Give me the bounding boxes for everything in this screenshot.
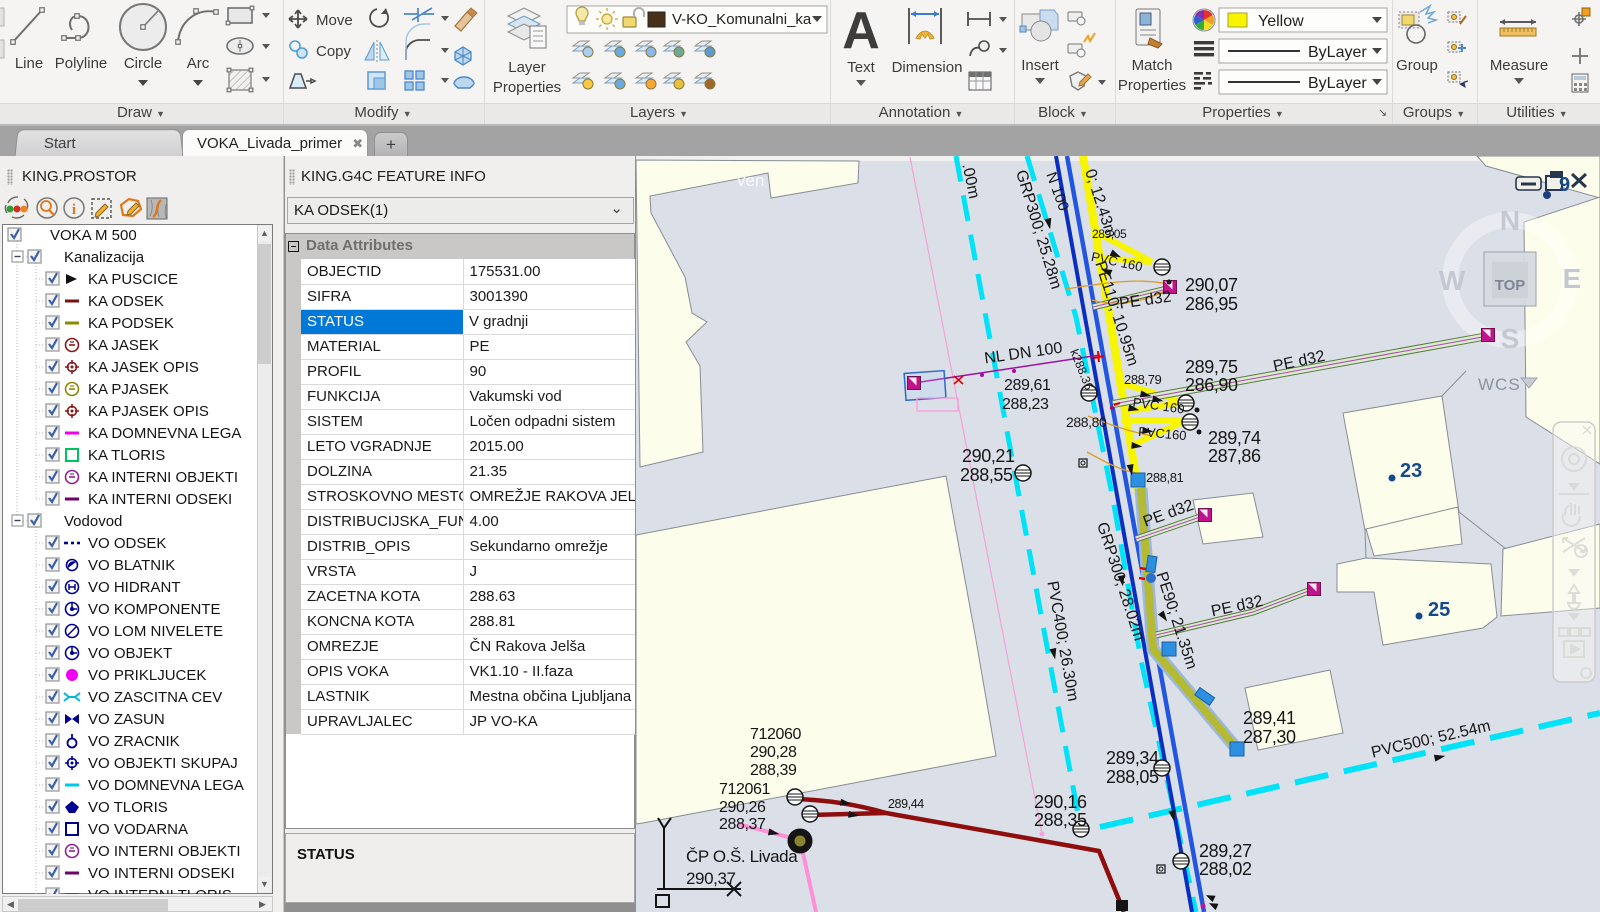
svg-text:Polyline: Polyline xyxy=(55,55,108,72)
svg-text:ByLayer: ByLayer xyxy=(1308,44,1367,61)
svg-text:288,23: 288,23 xyxy=(1002,396,1049,413)
svg-text:KA PJASEK: KA PJASEK xyxy=(88,381,169,398)
svg-text:287,30: 287,30 xyxy=(1243,727,1296,747)
svg-text:E: E xyxy=(1563,263,1582,294)
svg-text:289,74: 289,74 xyxy=(1208,428,1261,448)
svg-text:ven: ven xyxy=(737,171,764,190)
svg-text:712060: 712060 xyxy=(750,726,801,743)
svg-text:289,34: 289,34 xyxy=(1106,748,1159,768)
svg-text:Arc: Arc xyxy=(187,55,210,72)
svg-text:23: 23 xyxy=(1400,460,1422,482)
svg-text:Measure: Measure xyxy=(1490,57,1548,74)
svg-text:Properties: Properties xyxy=(493,79,561,96)
svg-text:VO ZASCITNA CEV: VO ZASCITNA CEV xyxy=(88,689,222,706)
svg-text:VO HIDRANT: VO HIDRANT xyxy=(88,579,181,596)
svg-text:N: N xyxy=(1500,205,1520,236)
svg-text:286,90: 286,90 xyxy=(1185,375,1238,395)
svg-text:290,26: 290,26 xyxy=(719,799,766,816)
svg-text:289,41: 289,41 xyxy=(1243,708,1296,728)
svg-text:i: i xyxy=(72,202,76,218)
svg-text:VO OBJEKT: VO OBJEKT xyxy=(88,645,172,662)
svg-text:288,35: 288,35 xyxy=(1034,810,1087,830)
svg-text:VO ODSEK: VO ODSEK xyxy=(88,535,166,552)
svg-text:VO TLORIS: VO TLORIS xyxy=(88,799,168,816)
svg-text:Layer: Layer xyxy=(508,59,546,76)
svg-text:VO INTERNI TLORIS: VO INTERNI TLORIS xyxy=(88,887,232,894)
svg-text:Match: Match xyxy=(1132,57,1173,74)
svg-text:ČP O.Š. Livada: ČP O.Š. Livada xyxy=(686,847,798,866)
svg-text:KA INTERNI ODSEKI: KA INTERNI ODSEKI xyxy=(88,491,232,508)
svg-text:288,39: 288,39 xyxy=(750,762,797,779)
svg-text:VO INTERNI OBJEKTI: VO INTERNI OBJEKTI xyxy=(88,843,241,860)
svg-text:Text: Text xyxy=(847,59,875,76)
svg-text:VO ZRACNIK: VO ZRACNIK xyxy=(88,733,180,750)
svg-text:Kanalizacija: Kanalizacija xyxy=(64,249,145,266)
svg-text:VOKA M 500: VOKA M 500 xyxy=(50,227,137,244)
svg-text:KA PJASEK OPIS: KA PJASEK OPIS xyxy=(88,403,209,420)
svg-text:286,95: 286,95 xyxy=(1185,294,1238,314)
svg-text:288,37: 288,37 xyxy=(719,816,766,833)
svg-text:KA JASEK OPIS: KA JASEK OPIS xyxy=(88,359,199,376)
svg-text:KA ODSEK: KA ODSEK xyxy=(88,293,164,310)
svg-text:Dimension: Dimension xyxy=(892,59,963,76)
svg-text:KA JASEK: KA JASEK xyxy=(88,337,159,354)
svg-text:Line: Line xyxy=(15,55,43,72)
svg-text:TOP: TOP xyxy=(1495,277,1526,294)
svg-text:290,16: 290,16 xyxy=(1034,792,1087,812)
svg-text:Properties: Properties xyxy=(1118,77,1186,94)
svg-text:ByLayer: ByLayer xyxy=(1308,75,1367,92)
svg-text:288,02: 288,02 xyxy=(1199,859,1252,879)
svg-text:289,61: 289,61 xyxy=(1004,377,1051,394)
svg-text:KA INTERNI OBJEKTI: KA INTERNI OBJEKTI xyxy=(88,469,238,486)
svg-text:S: S xyxy=(1501,323,1520,354)
svg-text:KA PODSEK: KA PODSEK xyxy=(88,315,174,332)
svg-text:290,07: 290,07 xyxy=(1185,275,1238,295)
svg-text:V-KO_Komunalni_ka: V-KO_Komunalni_ka xyxy=(672,11,812,28)
svg-text:Move: Move xyxy=(316,12,353,29)
svg-text:290,28: 290,28 xyxy=(750,744,797,761)
svg-text:W: W xyxy=(1439,265,1466,296)
svg-text:288,05: 288,05 xyxy=(1106,767,1159,787)
svg-text:KA PUSCICE: KA PUSCICE xyxy=(88,271,178,288)
svg-text:287,86: 287,86 xyxy=(1208,446,1261,466)
svg-text:Group: Group xyxy=(1396,57,1438,74)
svg-text:289,27: 289,27 xyxy=(1199,841,1252,861)
svg-text:25: 25 xyxy=(1428,599,1450,621)
svg-text:A: A xyxy=(842,2,880,60)
svg-text:288,79: 288,79 xyxy=(1124,372,1162,387)
svg-text:288,81: 288,81 xyxy=(1146,470,1184,485)
svg-text:KA DOMNEVNA LEGA: KA DOMNEVNA LEGA xyxy=(88,425,241,442)
svg-text:289,44: 289,44 xyxy=(888,797,924,811)
svg-text:288,55: 288,55 xyxy=(960,465,1013,485)
svg-text:Copy: Copy xyxy=(316,43,352,60)
svg-text:VO KOMPONENTE: VO KOMPONENTE xyxy=(88,601,221,618)
svg-text:290,37: 290,37 xyxy=(686,869,736,888)
svg-text:VO INTERNI ODSEKI: VO INTERNI ODSEKI xyxy=(88,865,235,882)
svg-text:Yellow: Yellow xyxy=(1258,13,1304,30)
svg-text:VO DOMNEVNA LEGA: VO DOMNEVNA LEGA xyxy=(88,777,244,794)
svg-text:289,75: 289,75 xyxy=(1185,357,1238,377)
svg-text:Insert: Insert xyxy=(1021,57,1059,74)
svg-text:KA TLORIS: KA TLORIS xyxy=(88,447,165,464)
svg-text:712061: 712061 xyxy=(719,781,770,798)
svg-text:VO BLATNIK: VO BLATNIK xyxy=(88,557,175,574)
svg-text:VO LOM NIVELETE: VO LOM NIVELETE xyxy=(88,623,223,640)
svg-text:WCS: WCS xyxy=(1478,375,1521,394)
svg-text:288,80: 288,80 xyxy=(1066,414,1107,430)
svg-text:Vodovod: Vodovod xyxy=(64,513,122,530)
svg-text:9: 9 xyxy=(1559,174,1570,196)
svg-text:290,21: 290,21 xyxy=(962,446,1015,466)
svg-text:VO OBJEKTI SKUPAJ: VO OBJEKTI SKUPAJ xyxy=(88,755,238,772)
svg-text:VO PRIKLJUCEK: VO PRIKLJUCEK xyxy=(88,667,206,684)
svg-text:VO ZASUN: VO ZASUN xyxy=(88,711,165,728)
svg-text:VO VODARNA: VO VODARNA xyxy=(88,821,188,838)
svg-text:Circle: Circle xyxy=(124,55,162,72)
